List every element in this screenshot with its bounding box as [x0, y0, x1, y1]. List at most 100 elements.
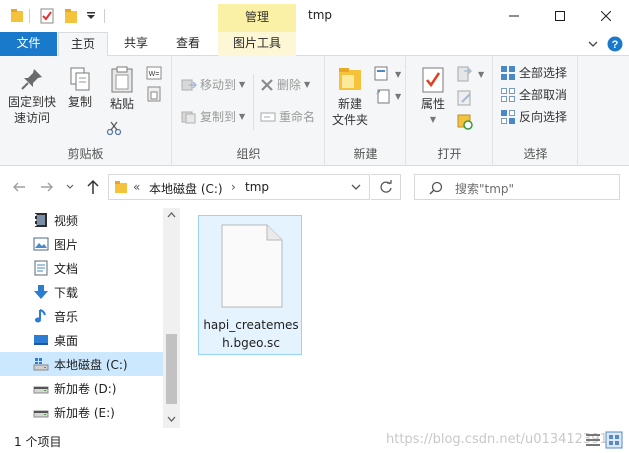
refresh-icon [379, 180, 392, 193]
properties-button[interactable]: 属性 ▼ [411, 66, 455, 128]
select-all-label: 全部选择 [519, 66, 568, 80]
nav-label: 桌面 [54, 334, 79, 348]
move-to-button[interactable]: 移动到 ▼ [181, 76, 245, 93]
search-box[interactable]: 搜索"tmp" [414, 174, 620, 200]
nav-item-videos[interactable]: 视频 [0, 208, 163, 232]
expand-ribbon-icon[interactable] [587, 38, 599, 50]
nav-pane-scrollbar[interactable] [163, 208, 180, 428]
nav-item-drive-e[interactable]: 新加卷 (E:) [0, 400, 163, 424]
nav-label: 下载 [54, 286, 79, 300]
group-new: 新建 文件夹 ▼ ▼ 新建 [326, 56, 406, 166]
delete-button[interactable]: 删除 ▼ [260, 76, 310, 93]
help-icon[interactable]: ? [607, 36, 623, 52]
copy-to-dropdown-icon: ▼ [239, 112, 246, 121]
history-icon [457, 114, 473, 130]
drive-c-icon [33, 358, 49, 371]
tab-picture-tools[interactable]: 图片工具 [218, 32, 296, 56]
address-history-dropdown-icon[interactable] [351, 184, 361, 191]
details-view-icon[interactable] [584, 431, 602, 449]
maximize-button[interactable] [537, 0, 583, 32]
rename-button[interactable]: 重命名 [260, 108, 315, 125]
separator [29, 9, 30, 23]
context-tab-manage: 管理 [218, 4, 296, 32]
copy-path-icon[interactable]: W= [146, 66, 162, 80]
breadcrumb-separator[interactable]: › [231, 180, 236, 194]
nav-label: 文档 [54, 262, 79, 276]
delete-label: 删除 [277, 78, 302, 92]
customize-quick-access-icon[interactable] [86, 12, 96, 20]
new-folder-icon [339, 68, 361, 90]
window-title: tmp [308, 8, 333, 22]
refresh-button[interactable] [371, 174, 401, 200]
select-none-icon [501, 87, 515, 102]
nav-label: 新加卷 (D:) [54, 382, 117, 396]
group-select: 全部选择 全部取消 反向选择 选择 [494, 56, 578, 166]
delete-icon [261, 78, 273, 91]
breadcrumb-drive[interactable]: 本地磁盘 (C:) [149, 180, 223, 197]
paste-button[interactable]: 粘贴 [102, 66, 142, 112]
address-overflow-chevron[interactable]: « [133, 180, 140, 194]
clipboard-group-label: 剪贴板 [67, 147, 104, 161]
copy-to-icon [181, 111, 196, 123]
file-item[interactable]: hapi_createmes h.bgeo.sc [198, 215, 302, 355]
generic-file-icon [221, 224, 283, 308]
select-none-button[interactable]: 全部取消 [500, 86, 567, 103]
scroll-down-icon[interactable] [167, 416, 176, 422]
cut-icon[interactable] [106, 120, 122, 136]
copy-to-button[interactable]: 复制到 ▼ [181, 108, 245, 125]
scroll-thumb[interactable] [166, 334, 177, 404]
tab-home[interactable]: 主页 [58, 32, 108, 57]
open-button[interactable]: ▼ [457, 66, 484, 82]
address-bar[interactable]: « 本地磁盘 (C:) › tmp [108, 174, 370, 200]
up-icon[interactable] [86, 179, 100, 195]
drive-icon [33, 386, 49, 394]
nav-item-documents[interactable]: 文档 [0, 256, 163, 280]
nav-item-drive-d[interactable]: 新加卷 (D:) [0, 376, 163, 400]
drive-icon [33, 410, 49, 418]
breadcrumb-folder[interactable]: tmp [245, 180, 269, 194]
nav-item-pictures[interactable]: 图片 [0, 232, 163, 256]
nav-item-downloads[interactable]: 下载 [0, 280, 163, 304]
pin-to-quick-access-button[interactable]: 固定到快 速访问 [4, 66, 60, 126]
recent-locations-icon[interactable] [66, 184, 74, 190]
status-bar: 1 个项目 https://blog.csdn.net/u013412391 [0, 428, 629, 453]
title-bar: 管理 tmp [0, 0, 629, 32]
history-button[interactable] [457, 114, 473, 130]
new-item-icon [374, 66, 388, 81]
paste-label: 粘贴 [109, 97, 134, 111]
easy-access-icon [376, 89, 390, 104]
invert-selection-button[interactable]: 反向选择 [500, 108, 567, 125]
folder-icon [115, 181, 127, 193]
back-icon[interactable] [12, 180, 26, 194]
properties-dropdown-icon: ▼ [429, 115, 437, 124]
copy-button[interactable]: 复制 [60, 66, 100, 110]
new-item-button[interactable]: ▼ [374, 66, 401, 82]
new-folder-button[interactable]: 新建 文件夹 [328, 66, 372, 128]
nav-label: 新加卷 (E:) [54, 406, 115, 420]
edit-button[interactable] [457, 90, 473, 106]
tab-file[interactable]: 文件 [0, 32, 57, 56]
delete-dropdown-icon: ▼ [304, 80, 311, 89]
nav-item-drive-c[interactable]: 本地磁盘 (C:) [0, 352, 163, 376]
move-to-dropdown-icon: ▼ [239, 80, 246, 89]
properties-quick-icon[interactable] [40, 8, 54, 24]
new-group-label: 新建 [353, 147, 378, 161]
minimize-button[interactable] [491, 0, 537, 32]
close-button[interactable] [583, 0, 629, 32]
easy-access-button[interactable]: ▼ [374, 88, 401, 104]
tab-share[interactable]: 共享 [110, 32, 162, 56]
paste-shortcut-icon[interactable] [146, 86, 162, 102]
paste-icon [111, 66, 133, 93]
nav-item-desktop[interactable]: 桌面 [0, 328, 163, 352]
large-icons-view-icon[interactable] [605, 431, 623, 449]
new-folder-quick-icon[interactable] [64, 8, 78, 24]
video-icon [35, 213, 47, 227]
open-group-label: 打开 [437, 147, 462, 161]
properties-icon [422, 67, 444, 93]
scroll-up-icon[interactable] [167, 212, 176, 218]
forward-icon[interactable] [40, 180, 54, 194]
nav-item-music[interactable]: 音乐 [0, 304, 163, 328]
select-all-button[interactable]: 全部选择 [500, 64, 567, 81]
file-list: hapi_createmes h.bgeo.sc [180, 208, 629, 428]
tab-view[interactable]: 查看 [162, 32, 214, 56]
